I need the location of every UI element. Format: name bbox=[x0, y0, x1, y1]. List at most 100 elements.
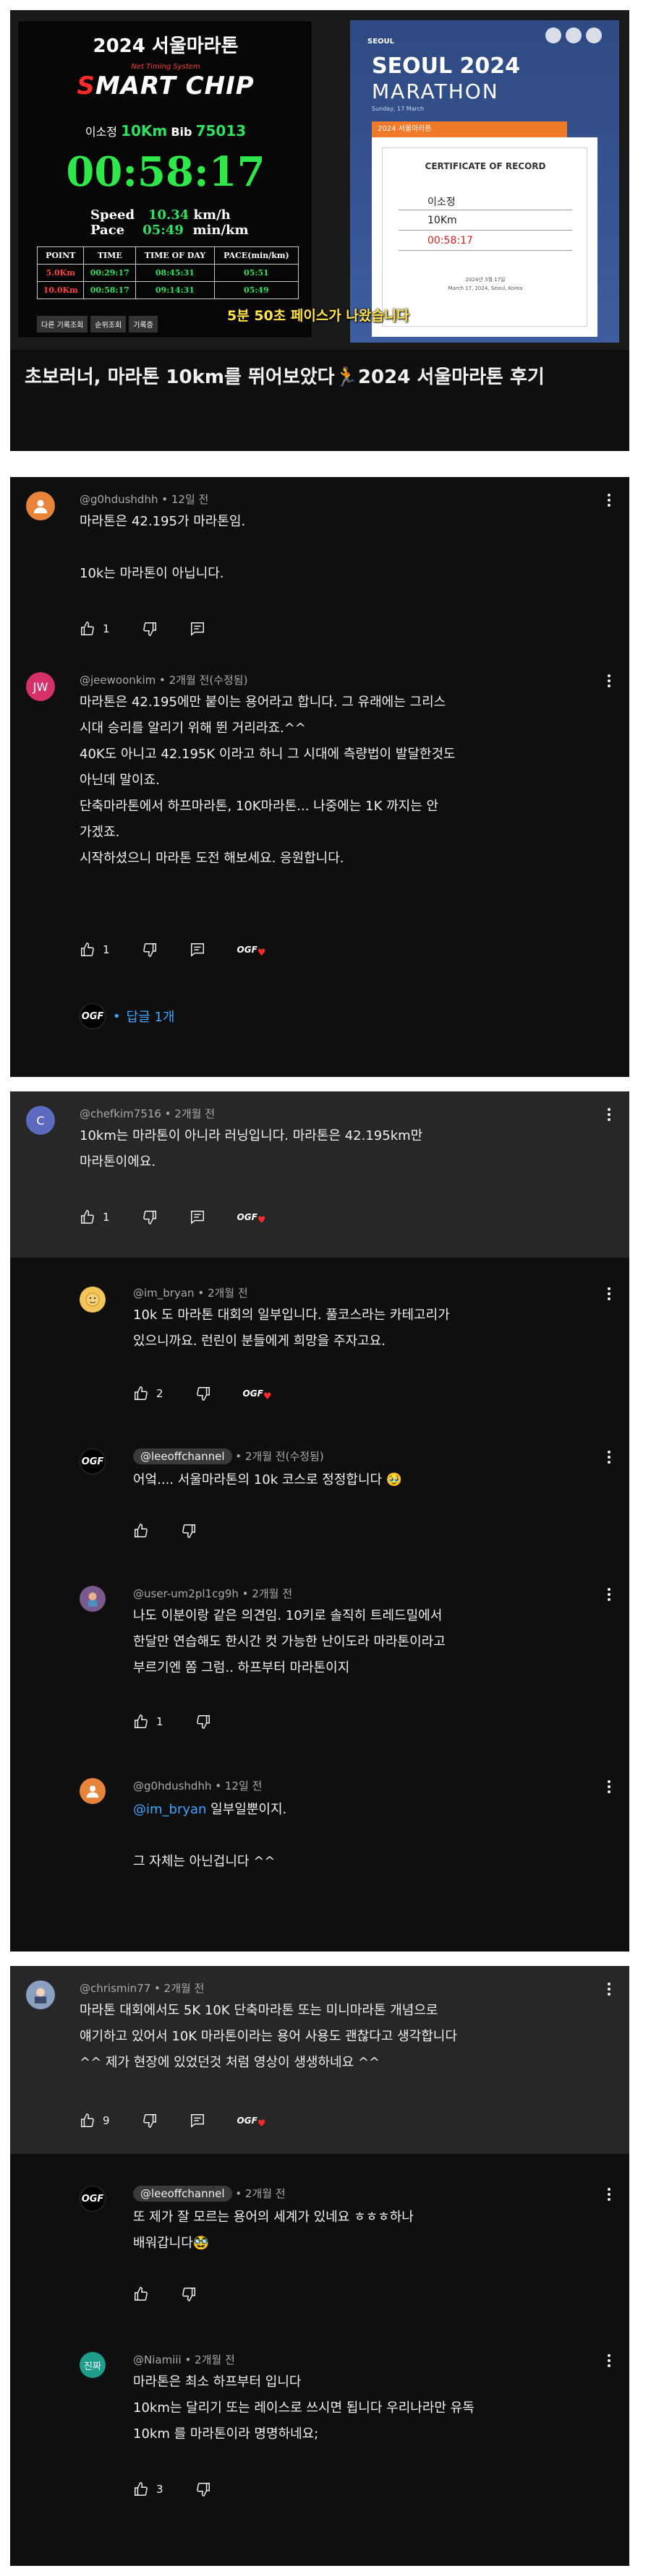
comment-actions: 1 bbox=[80, 619, 237, 639]
dislike-button[interactable] bbox=[195, 2481, 211, 2497]
dislike-button[interactable] bbox=[142, 1209, 158, 1225]
reply-header: @Niamiii • 2개월 전 bbox=[133, 2353, 235, 2366]
reply-header: @im_bryan • 2개월 전 bbox=[133, 1287, 248, 1300]
mention-link[interactable]: @im_bryan bbox=[133, 1802, 206, 1817]
avatar[interactable] bbox=[26, 1980, 55, 2009]
comment-time[interactable]: 2개월 전 bbox=[174, 1107, 215, 1120]
more-vert-icon[interactable] bbox=[600, 1448, 618, 1466]
reply-time[interactable]: 12일 전 bbox=[225, 1779, 262, 1793]
comment-text: 10km는 마라톤이 아니라 러닝입니다. 마라톤은 42.195km만 마라톤… bbox=[80, 1128, 423, 1169]
reply-button[interactable] bbox=[190, 621, 205, 637]
more-vert-icon[interactable] bbox=[600, 491, 618, 509]
video-title[interactable]: 초보러너, 마라톤 10km를 뛰어보았다🏃2024 서울마라톤 후기 bbox=[25, 363, 618, 392]
comment-actions: 9 OGF ♥ bbox=[80, 2111, 266, 2131]
more-vert-icon[interactable] bbox=[600, 1106, 618, 1123]
more-vert-icon[interactable] bbox=[600, 1285, 618, 1302]
dislike-button[interactable] bbox=[195, 1714, 211, 1730]
table-row: 5.0Km 00:29:17 08:45:31 05:51 bbox=[36, 264, 299, 282]
comment-time[interactable]: 2개월 전 bbox=[164, 1982, 205, 1995]
view-replies-link[interactable]: OGF • 답글 1개 bbox=[80, 1003, 174, 1029]
comment-text: 마라톤 대회에서도 5K 10K 단축마라톤 또는 미니마라톤 개념으로 얘기하… bbox=[80, 2003, 457, 2070]
reply-button[interactable] bbox=[190, 1209, 205, 1225]
dislike-button[interactable] bbox=[142, 621, 158, 637]
comment-header: @g0hdushdhh • 12일 전 bbox=[80, 493, 209, 506]
video-thumbnail[interactable]: 2024 서울마라톤 Net Timing System SMART CHIP … bbox=[10, 10, 629, 350]
like-button[interactable] bbox=[133, 1523, 149, 1539]
avatar[interactable]: JW bbox=[26, 672, 55, 701]
like-count: 1 bbox=[103, 1211, 110, 1224]
table-row: 10.0Km 00:58:17 09:14:31 05:49 bbox=[36, 281, 299, 299]
more-vert-icon[interactable] bbox=[600, 672, 618, 690]
video-card[interactable]: 2024 서울마라톤 Net Timing System SMART CHIP … bbox=[10, 10, 629, 451]
cert-time: 00:58:17 bbox=[399, 235, 572, 251]
certificate-image: SEOUL SEOUL 2024 MARATHON Sunday, 17 Mar… bbox=[350, 20, 619, 343]
avatar[interactable]: C bbox=[26, 1106, 55, 1135]
comment-author[interactable]: @jeewoonkim bbox=[80, 674, 156, 687]
like-button[interactable]: 1 bbox=[133, 1714, 163, 1730]
comment-actions: 1 OGF ♥ bbox=[80, 940, 266, 960]
dislike-button[interactable] bbox=[181, 2286, 197, 2302]
split-table: POINT TIME TIME OF DAY PACE(min/km) 5.0K… bbox=[36, 246, 299, 299]
comment-time[interactable]: 12일 전 bbox=[171, 493, 208, 506]
reply-author[interactable]: @im_bryan bbox=[133, 1287, 195, 1300]
reply-author[interactable]: @user-um2pl1cg9h bbox=[133, 1587, 239, 1600]
dislike-button[interactable] bbox=[142, 942, 158, 958]
comment-author[interactable]: @chefkim7516 bbox=[80, 1107, 161, 1120]
creator-heart-badge: OGF ♥ bbox=[237, 1212, 266, 1226]
reply-time[interactable]: 2개월 전 bbox=[245, 2187, 286, 2200]
more-vert-icon[interactable] bbox=[600, 2186, 618, 2203]
reply-text: 어엌.... 서울마라톤의 10k 코스로 정정합니다 🥹 bbox=[133, 1472, 403, 1487]
comment-author[interactable]: @chrismin77 bbox=[80, 1982, 150, 1995]
like-button[interactable]: 3 bbox=[133, 2481, 163, 2497]
reply-author[interactable]: @Niamiii bbox=[133, 2353, 182, 2366]
heart-icon: ♥ bbox=[257, 2118, 266, 2129]
thumbs-down-icon bbox=[142, 943, 156, 957]
channel-avatar[interactable]: OGF bbox=[80, 2186, 106, 2212]
reply-header: @g0hdushdhh • 12일 전 bbox=[133, 1779, 263, 1793]
reply-author[interactable]: @g0hdushdhh bbox=[133, 1779, 211, 1793]
like-button[interactable]: 1 bbox=[80, 942, 110, 958]
thumbs-up-icon bbox=[135, 1386, 148, 1400]
channel-avatar[interactable]: OGF bbox=[80, 1448, 106, 1474]
like-button[interactable] bbox=[133, 2286, 149, 2302]
comment-author[interactable]: @g0hdushdhh bbox=[80, 493, 158, 506]
reply-icon bbox=[190, 1211, 204, 1224]
like-button[interactable]: 1 bbox=[80, 621, 110, 637]
reply-author[interactable]: @leeoffchannel bbox=[133, 2186, 232, 2202]
reply-text: 나도 이분이랑 같은 의견임. 10키로 솔직히 트레드밀에서 한달만 연습해도… bbox=[133, 1608, 446, 1675]
comment-header: @chefkim7516 • 2개월 전 bbox=[80, 1107, 216, 1120]
like-button[interactable]: 9 bbox=[80, 2113, 110, 2129]
heart-icon: ♥ bbox=[257, 948, 266, 958]
more-vert-icon[interactable] bbox=[600, 1586, 618, 1603]
reply-author[interactable]: @leeoffchannel bbox=[133, 1448, 232, 1464]
thumbs-down-icon bbox=[196, 2483, 210, 2496]
channel-avatar: OGF bbox=[80, 1003, 106, 1029]
dislike-button[interactable] bbox=[142, 2113, 158, 2129]
comment-thread-3: @chrismin77 • 2개월 전 마라톤 대회에서도 5K 10K 단축마… bbox=[10, 1966, 629, 2566]
reply-time[interactable]: 2개월 전(수정됨) bbox=[245, 1450, 324, 1463]
like-button[interactable]: 1 bbox=[80, 1209, 110, 1225]
more-vert-icon[interactable] bbox=[600, 1778, 618, 1795]
reply-button[interactable] bbox=[190, 2113, 205, 2129]
dislike-button[interactable] bbox=[195, 1386, 211, 1401]
reply-actions bbox=[133, 1521, 229, 1541]
reply-button[interactable] bbox=[190, 942, 205, 958]
avatar[interactable]: 진짜 bbox=[80, 2352, 106, 2378]
more-vert-icon[interactable] bbox=[600, 1980, 618, 1998]
dislike-button[interactable] bbox=[181, 1523, 197, 1539]
reply-time[interactable]: 2개월 전 bbox=[195, 2353, 235, 2366]
video-caption: 5분 50초 페이스가 나왔습니다 bbox=[227, 308, 409, 324]
reply-time[interactable]: 2개월 전 bbox=[252, 1587, 292, 1600]
reply-time[interactable]: 2개월 전 bbox=[208, 1287, 248, 1300]
like-button[interactable]: 2 bbox=[133, 1386, 163, 1401]
thumbs-down-icon bbox=[142, 622, 156, 636]
board-subtitle: Net Timing System bbox=[131, 63, 200, 71]
more-vert-icon[interactable] bbox=[600, 2352, 618, 2369]
comment-time[interactable]: 2개월 전(수정됨) bbox=[169, 674, 248, 687]
avatar[interactable] bbox=[80, 1586, 106, 1612]
avatar[interactable] bbox=[26, 491, 55, 520]
reply-icon bbox=[190, 943, 204, 957]
avatar[interactable] bbox=[80, 1778, 106, 1804]
avatar[interactable] bbox=[80, 1287, 106, 1313]
heart-icon: ♥ bbox=[263, 1391, 272, 1402]
